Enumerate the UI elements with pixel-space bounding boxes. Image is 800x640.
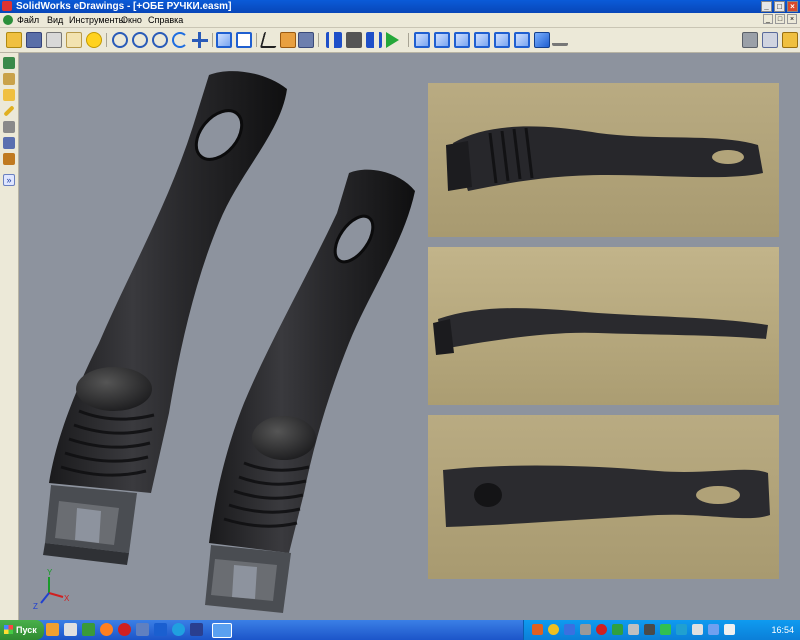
menu-view[interactable]: Вид — [47, 13, 63, 27]
measure-icon[interactable] — [298, 32, 314, 48]
tray-icon[interactable] — [612, 624, 623, 635]
quicklaunch-icon[interactable] — [100, 623, 113, 636]
doc-close-button[interactable]: × — [787, 14, 797, 24]
tray-icon[interactable] — [644, 624, 655, 635]
help-icon[interactable] — [86, 32, 102, 48]
tray-icon[interactable] — [532, 624, 543, 635]
view-top-icon[interactable] — [494, 32, 510, 48]
reference-photo-3 — [428, 415, 779, 579]
print-icon[interactable] — [46, 32, 62, 48]
quicklaunch-icon[interactable] — [172, 623, 185, 636]
windows-logo-icon — [4, 625, 13, 634]
tray-icon[interactable] — [660, 624, 671, 635]
markup-icon[interactable] — [552, 32, 568, 46]
close-button[interactable]: × — [787, 1, 798, 12]
axis-x-label: X — [64, 594, 70, 603]
reference-photo-1 — [428, 83, 779, 237]
axis-triad: Y X Z — [33, 568, 70, 611]
view-left-icon[interactable] — [454, 32, 470, 48]
view-front-icon[interactable] — [414, 32, 430, 48]
maximize-button[interactable]: □ — [774, 1, 785, 12]
zoom-area-icon[interactable] — [132, 32, 148, 48]
rotate-icon[interactable] — [172, 32, 188, 48]
open-icon[interactable] — [6, 32, 22, 48]
tray-icon[interactable] — [676, 624, 687, 635]
stamp-panel-icon[interactable] — [3, 153, 15, 165]
tray-icon[interactable] — [548, 624, 559, 635]
reference-photo-2 — [428, 247, 779, 405]
quicklaunch-icon[interactable] — [154, 623, 167, 636]
zoom-to-fit-icon[interactable] — [112, 32, 128, 48]
start-label: Пуск — [16, 625, 37, 635]
quicklaunch-icon[interactable] — [64, 623, 77, 636]
task-edrawings-button[interactable] — [212, 623, 232, 638]
reference-photos-panel — [424, 79, 795, 582]
app-icon — [2, 1, 12, 11]
document-icon[interactable] — [3, 15, 13, 25]
zoom-icon[interactable] — [152, 32, 168, 48]
book-icon[interactable] — [762, 32, 778, 48]
view-right-icon[interactable] — [474, 32, 490, 48]
menu-window[interactable]: Окно — [121, 13, 142, 27]
axis-z-label: Z — [33, 602, 38, 611]
quicklaunch-icon[interactable] — [190, 623, 203, 636]
pan-icon[interactable] — [192, 32, 208, 48]
section-icon[interactable] — [534, 32, 550, 48]
lock-icon[interactable] — [782, 32, 798, 48]
left-panel: » — [0, 53, 19, 620]
quicklaunch-icon[interactable] — [46, 623, 59, 636]
title-bar: SolidWorks eDrawings - [+ОБЕ РУЧКИ.easm]… — [0, 0, 800, 13]
view-iso-icon[interactable] — [514, 32, 530, 48]
shaded-icon[interactable] — [216, 32, 232, 48]
menu-file[interactable]: Файл — [17, 13, 39, 27]
tray-icon[interactable] — [564, 624, 575, 635]
taskbar: Пуск EN 16:54 — [0, 620, 800, 640]
quicklaunch-icon[interactable] — [118, 623, 131, 636]
doc-restore-button[interactable]: □ — [775, 14, 785, 24]
main-toolbar — [0, 28, 800, 53]
start-button[interactable]: Пуск — [0, 620, 44, 640]
doc-minimize-button[interactable]: _ — [763, 14, 773, 24]
menu-tools[interactable]: Инструменты — [69, 13, 125, 27]
sheets-icon[interactable] — [3, 89, 15, 101]
axis-y-label: Y — [47, 568, 53, 577]
play-icon[interactable] — [386, 32, 399, 48]
next-frame-icon[interactable] — [366, 32, 382, 48]
expand-icon[interactable]: » — [3, 174, 15, 186]
handle-model-2[interactable] — [205, 169, 415, 613]
quicklaunch-icon[interactable] — [82, 623, 95, 636]
volume-icon[interactable] — [724, 624, 735, 635]
stamp-icon[interactable] — [742, 32, 758, 48]
minimize-button[interactable]: _ — [761, 1, 772, 12]
markup-pen-icon[interactable] — [3, 105, 15, 117]
select-icon[interactable] — [259, 32, 281, 48]
view-back-icon[interactable] — [434, 32, 450, 48]
configurations-icon[interactable] — [3, 73, 15, 85]
tray-icon[interactable] — [580, 624, 591, 635]
system-tray: 16:54 — [523, 620, 800, 640]
menu-help[interactable]: Справка — [148, 13, 183, 27]
measure-panel-icon[interactable] — [3, 121, 15, 133]
model-viewport[interactable]: Y X Z — [19, 53, 800, 620]
save-icon[interactable] — [26, 32, 42, 48]
clock[interactable]: 16:54 — [771, 620, 794, 640]
home-icon[interactable] — [280, 32, 296, 48]
stop-icon[interactable] — [346, 32, 362, 48]
properties-icon[interactable] — [3, 137, 15, 149]
window-title: SolidWorks eDrawings - [+ОБЕ РУЧКИ.easm] — [16, 1, 232, 12]
email-icon[interactable] — [66, 32, 82, 48]
components-icon[interactable] — [3, 57, 15, 69]
menu-bar: Файл Вид Инструменты Окно Справка _ □ × — [0, 13, 800, 28]
tray-icon[interactable] — [596, 624, 607, 635]
tray-icon[interactable] — [708, 624, 719, 635]
tray-icon[interactable] — [628, 624, 639, 635]
first-frame-icon[interactable] — [326, 32, 342, 48]
quicklaunch-icon[interactable] — [136, 623, 149, 636]
tray-icon[interactable] — [692, 624, 703, 635]
wireframe-icon[interactable] — [236, 32, 252, 48]
